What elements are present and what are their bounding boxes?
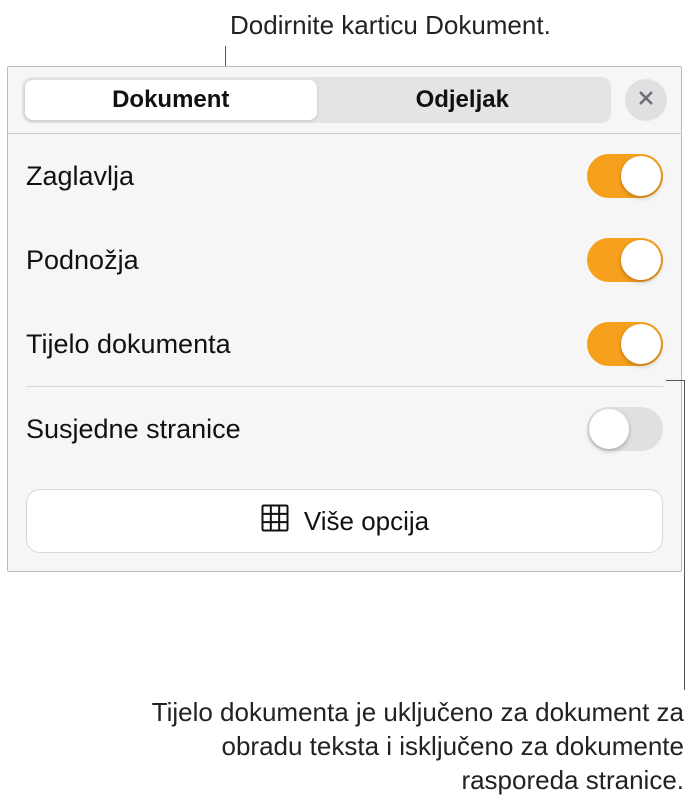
callout-leader-line-right-v — [684, 380, 685, 690]
toggle-knob — [621, 324, 661, 364]
tab-bar: Dokument Odjeljak — [8, 77, 681, 134]
tab-section[interactable]: Odjeljak — [317, 80, 609, 120]
tab-document[interactable]: Dokument — [25, 80, 317, 120]
document-settings-panel: Dokument Odjeljak Zaglavlja Podnožja — [7, 66, 682, 572]
row-footers: Podnožja — [26, 218, 663, 302]
grid-icon — [260, 503, 290, 540]
toggle-footers[interactable] — [587, 238, 663, 282]
row-headers: Zaglavlja — [26, 134, 663, 218]
callout-leader-line-right-h — [666, 380, 684, 381]
callout-top-text: Dodirnite karticu Dokument. — [230, 10, 551, 41]
toggle-knob — [589, 409, 629, 449]
toggle-headers[interactable] — [587, 154, 663, 198]
label-headers: Zaglavlja — [26, 161, 134, 192]
label-footers: Podnožja — [26, 245, 139, 276]
close-button[interactable] — [625, 79, 667, 121]
close-icon — [637, 89, 655, 112]
callout-bottom-text: Tijelo dokumenta je uključeno za dokumen… — [120, 696, 684, 797]
more-options-label: Više opcija — [304, 506, 429, 537]
segmented-control: Dokument Odjeljak — [22, 77, 611, 123]
settings-rows: Zaglavlja Podnožja Tijelo dokumenta Susj… — [8, 134, 681, 471]
toggle-facing-pages[interactable] — [587, 407, 663, 451]
toggle-knob — [621, 156, 661, 196]
toggle-knob — [621, 240, 661, 280]
row-document-body: Tijelo dokumenta — [26, 302, 663, 386]
label-facing-pages: Susjedne stranice — [26, 414, 241, 445]
row-facing-pages: Susjedne stranice — [26, 387, 663, 471]
toggle-document-body[interactable] — [587, 322, 663, 366]
more-options-button[interactable]: Više opcija — [26, 489, 663, 553]
label-document-body: Tijelo dokumenta — [26, 329, 231, 360]
